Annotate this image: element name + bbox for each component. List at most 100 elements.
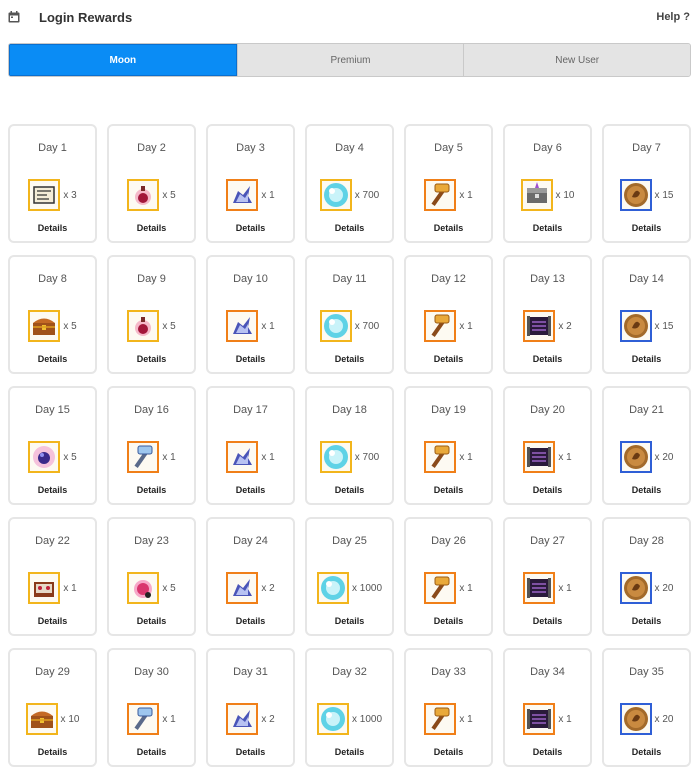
reward-item[interactable] xyxy=(424,310,457,342)
details-link[interactable]: Details xyxy=(307,616,392,626)
details-link[interactable]: Details xyxy=(406,616,491,626)
reward-item[interactable] xyxy=(127,179,160,211)
details-link[interactable]: Details xyxy=(604,747,689,757)
reward-item[interactable] xyxy=(28,310,61,342)
reward-item[interactable] xyxy=(28,572,61,604)
reward-item[interactable] xyxy=(619,703,652,735)
reward-item[interactable] xyxy=(319,441,352,473)
reward-item[interactable] xyxy=(319,179,352,211)
details-link[interactable]: Details xyxy=(604,223,689,233)
reward-quantity: x 5 xyxy=(63,451,77,463)
details-link[interactable]: Details xyxy=(109,354,194,364)
details-link[interactable]: Details xyxy=(406,354,491,364)
scroll-icon xyxy=(33,186,56,204)
reward-item[interactable] xyxy=(28,179,61,211)
details-link[interactable]: Details xyxy=(307,223,392,233)
reward-quantity: x 1 xyxy=(459,189,473,201)
reward-item[interactable] xyxy=(619,572,652,604)
reward-row: x 1 xyxy=(406,179,491,211)
reward-item[interactable] xyxy=(319,310,352,342)
reward-item[interactable] xyxy=(316,572,349,604)
reward-row: x 1 xyxy=(406,441,491,473)
day-card: Day 15 x 5 Details xyxy=(8,386,97,505)
details-link[interactable]: Details xyxy=(208,747,293,757)
reward-item[interactable] xyxy=(127,703,160,735)
reward-item[interactable] xyxy=(127,572,160,604)
help-link[interactable]: Help ? xyxy=(656,11,690,23)
day-label: Day 22 xyxy=(35,535,70,547)
reward-quantity: x 1 xyxy=(459,582,473,594)
details-link[interactable]: Details xyxy=(307,485,392,495)
details-link[interactable]: Details xyxy=(10,485,95,495)
details-link[interactable]: Details xyxy=(208,223,293,233)
reward-item[interactable] xyxy=(424,572,457,604)
reward-row: x 5 xyxy=(109,572,194,604)
day-card: Day 35 x 20 Details xyxy=(602,648,691,767)
reward-item[interactable] xyxy=(226,441,259,473)
reward-item[interactable] xyxy=(424,441,457,473)
details-link[interactable]: Details xyxy=(109,616,194,626)
reward-item[interactable] xyxy=(619,179,652,211)
reward-item[interactable] xyxy=(226,179,259,211)
reward-item[interactable] xyxy=(424,703,457,735)
orb-icon xyxy=(320,707,345,731)
day-card: Day 13 x 2 Details xyxy=(503,255,592,374)
reward-item[interactable] xyxy=(523,572,556,604)
details-link[interactable]: Details xyxy=(10,616,95,626)
tab-premium[interactable]: Premium xyxy=(236,44,464,76)
reward-quantity: x 700 xyxy=(354,451,380,463)
day-card: Day 28 x 20 Details xyxy=(602,517,691,636)
reward-item[interactable] xyxy=(520,179,553,211)
tab-new-user[interactable]: New User xyxy=(463,44,690,76)
reward-item[interactable] xyxy=(226,572,259,604)
details-link[interactable]: Details xyxy=(505,616,590,626)
pegasus-icon xyxy=(233,448,253,465)
day-label: Day 19 xyxy=(431,404,466,416)
dark-scroll-icon xyxy=(527,709,552,729)
reward-item[interactable] xyxy=(25,703,58,735)
reward-item[interactable] xyxy=(226,703,259,735)
day-card: Day 24 x 2 Details xyxy=(206,517,295,636)
details-link[interactable]: Details xyxy=(406,485,491,495)
details-link[interactable]: Details xyxy=(604,616,689,626)
reward-item[interactable] xyxy=(127,441,160,473)
reward-row: x 700 xyxy=(307,441,392,473)
details-link[interactable]: Details xyxy=(10,354,95,364)
details-link[interactable]: Details xyxy=(505,354,590,364)
details-link[interactable]: Details xyxy=(109,223,194,233)
details-link[interactable]: Details xyxy=(604,485,689,495)
reward-item[interactable] xyxy=(523,703,556,735)
details-link[interactable]: Details xyxy=(10,747,95,757)
details-link[interactable]: Details xyxy=(109,747,194,757)
reward-item[interactable] xyxy=(127,310,160,342)
reward-row: x 1000 xyxy=(307,572,392,604)
reward-item[interactable] xyxy=(28,441,61,473)
reward-item[interactable] xyxy=(226,310,259,342)
reward-item[interactable] xyxy=(619,310,652,342)
reward-item[interactable] xyxy=(316,703,349,735)
details-link[interactable]: Details xyxy=(604,354,689,364)
details-link[interactable]: Details xyxy=(208,485,293,495)
tab-moon[interactable]: Moon xyxy=(9,44,237,76)
details-link[interactable]: Details xyxy=(307,354,392,364)
hammer-icon xyxy=(431,445,450,468)
details-link[interactable]: Details xyxy=(505,747,590,757)
details-link[interactable]: Details xyxy=(505,485,590,495)
details-link[interactable]: Details xyxy=(406,747,491,757)
details-link[interactable]: Details xyxy=(208,616,293,626)
details-link[interactable]: Details xyxy=(10,223,95,233)
details-link[interactable]: Details xyxy=(406,223,491,233)
day-label: Day 33 xyxy=(431,666,466,678)
details-link[interactable]: Details xyxy=(307,747,392,757)
reward-row: x 1 xyxy=(109,703,194,735)
reward-item[interactable] xyxy=(424,179,457,211)
details-link[interactable]: Details xyxy=(208,354,293,364)
details-link[interactable]: Details xyxy=(505,223,590,233)
reward-item[interactable] xyxy=(523,441,556,473)
details-link[interactable]: Details xyxy=(109,485,194,495)
reward-item[interactable] xyxy=(523,310,556,342)
reward-item[interactable] xyxy=(619,441,652,473)
day-label: Day 16 xyxy=(134,404,169,416)
coin-icon xyxy=(623,576,648,600)
reward-row: x 15 xyxy=(604,179,689,211)
